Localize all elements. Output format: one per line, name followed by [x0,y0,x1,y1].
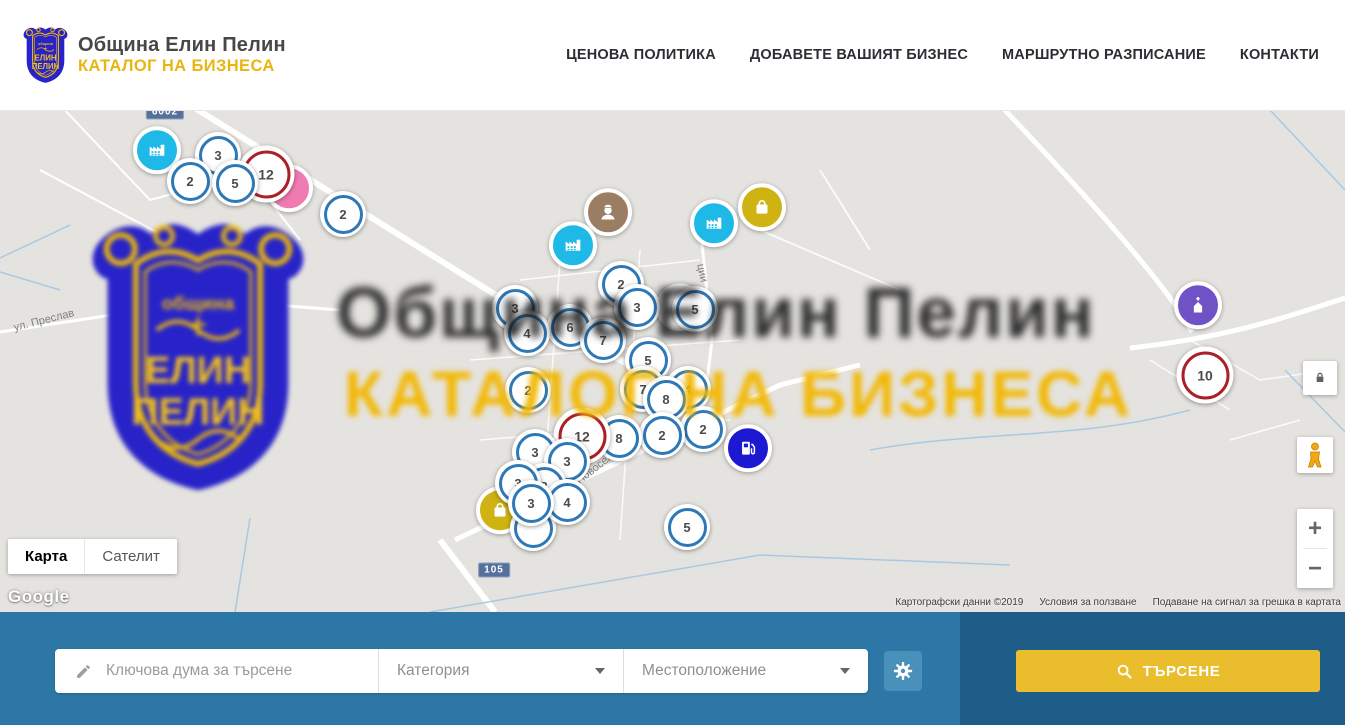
site-title: Община Елин Пелин [78,34,286,57]
category-select[interactable]: Категория [378,649,623,693]
lock-icon [1312,370,1328,386]
caret-down-icon [840,668,850,674]
map-cluster[interactable]: 3 [614,284,660,330]
site-subtitle: КАТАЛОГ НА БИЗНЕСА [78,57,286,76]
nav-pricing[interactable]: ЦЕНОВА ПОЛИТИКА [566,47,716,63]
keyword-field [55,649,378,693]
category-select-value: Категория [397,662,469,680]
attribution-copyright: Картографски данни ©2019 [895,597,1023,608]
keyword-input[interactable] [104,661,378,681]
pencil-icon [75,663,92,680]
map-pin-fuel[interactable] [724,424,772,472]
zoom-in-button[interactable]: + [1297,509,1333,548]
terms-link[interactable]: Условия за ползване [1039,597,1136,608]
municipality-logo-icon [22,26,69,84]
main-nav: ЦЕНОВА ПОЛИТИКА ДОБАВЕТЕ ВАШИЯТ БИЗНЕС М… [566,47,1345,63]
map-cluster[interactable]: 2 [320,191,366,237]
map-cluster[interactable]: 2 [167,158,213,204]
map-attribution: Картографски данни ©2019 Условия за полз… [895,597,1341,608]
search-fields: Категория Местоположение [55,649,868,693]
settings-button[interactable] [884,651,922,691]
map-cluster[interactable]: 3 [508,480,554,526]
caret-down-icon [595,668,605,674]
map-cluster[interactable]: 5 [664,504,710,550]
brand[interactable]: Община Елин Пелин КАТАЛОГ НА БИЗНЕСА [22,26,286,84]
map-cluster[interactable]: 2 [639,412,685,458]
nav-bus-schedule[interactable]: МАРШРУТНО РАЗПИСАНИЕ [1002,47,1206,63]
streetview-lock-button[interactable] [1303,361,1337,395]
location-select-value: Местоположение [642,662,766,680]
map-cluster[interactable]: 10 [1177,347,1234,404]
nav-add-business[interactable]: ДОБАВЕТЕ ВАШИЯТ БИЗНЕС [750,47,968,63]
map-canvas[interactable]: 6002105ул. Преславбул. „Новоселции 31225… [0,110,1345,612]
nav-contacts[interactable]: КОНТАКТИ [1240,47,1319,63]
map-type-control: Карта Сателит [8,539,177,574]
map-view-button[interactable]: Карта [8,539,84,574]
map-cluster[interactable]: 7 [580,317,626,363]
search-bar: Категория Местоположение [0,612,1345,725]
google-logo[interactable]: Google [8,587,70,607]
gear-icon [892,660,914,682]
map-pin-bag[interactable] [738,183,786,231]
search-button[interactable]: ТЪРСЕНЕ [1016,650,1320,692]
report-error-link[interactable]: Подаване на сигнал за грешка в картата [1153,597,1341,608]
markers-layer: 31225232356475748222812338343510 [0,110,1345,612]
location-select[interactable]: Местоположение [623,649,868,693]
map-cluster[interactable]: 5 [672,286,718,332]
zoom-out-button[interactable]: − [1297,549,1333,588]
map-cluster[interactable]: 5 [212,160,258,206]
pegman-button[interactable] [1297,437,1333,473]
search-icon [1116,663,1133,680]
search-button-label: ТЪРСЕНЕ [1143,663,1221,680]
map-cluster[interactable]: 4 [504,310,550,356]
map-cluster[interactable]: 2 [505,367,551,413]
pegman-icon [1306,442,1324,468]
satellite-view-button[interactable]: Сателит [84,539,177,574]
map-pin-factory[interactable] [549,221,597,269]
map-pin-factory[interactable] [690,199,738,247]
page: Община Елин Пелин КАТАЛОГ НА БИЗНЕСА ЦЕН… [0,0,1345,725]
header: Община Елин Пелин КАТАЛОГ НА БИЗНЕСА ЦЕН… [0,0,1345,111]
map-cluster[interactable]: 2 [680,406,726,452]
map-pin-church[interactable] [1174,281,1222,329]
zoom-control: + − [1297,509,1333,588]
